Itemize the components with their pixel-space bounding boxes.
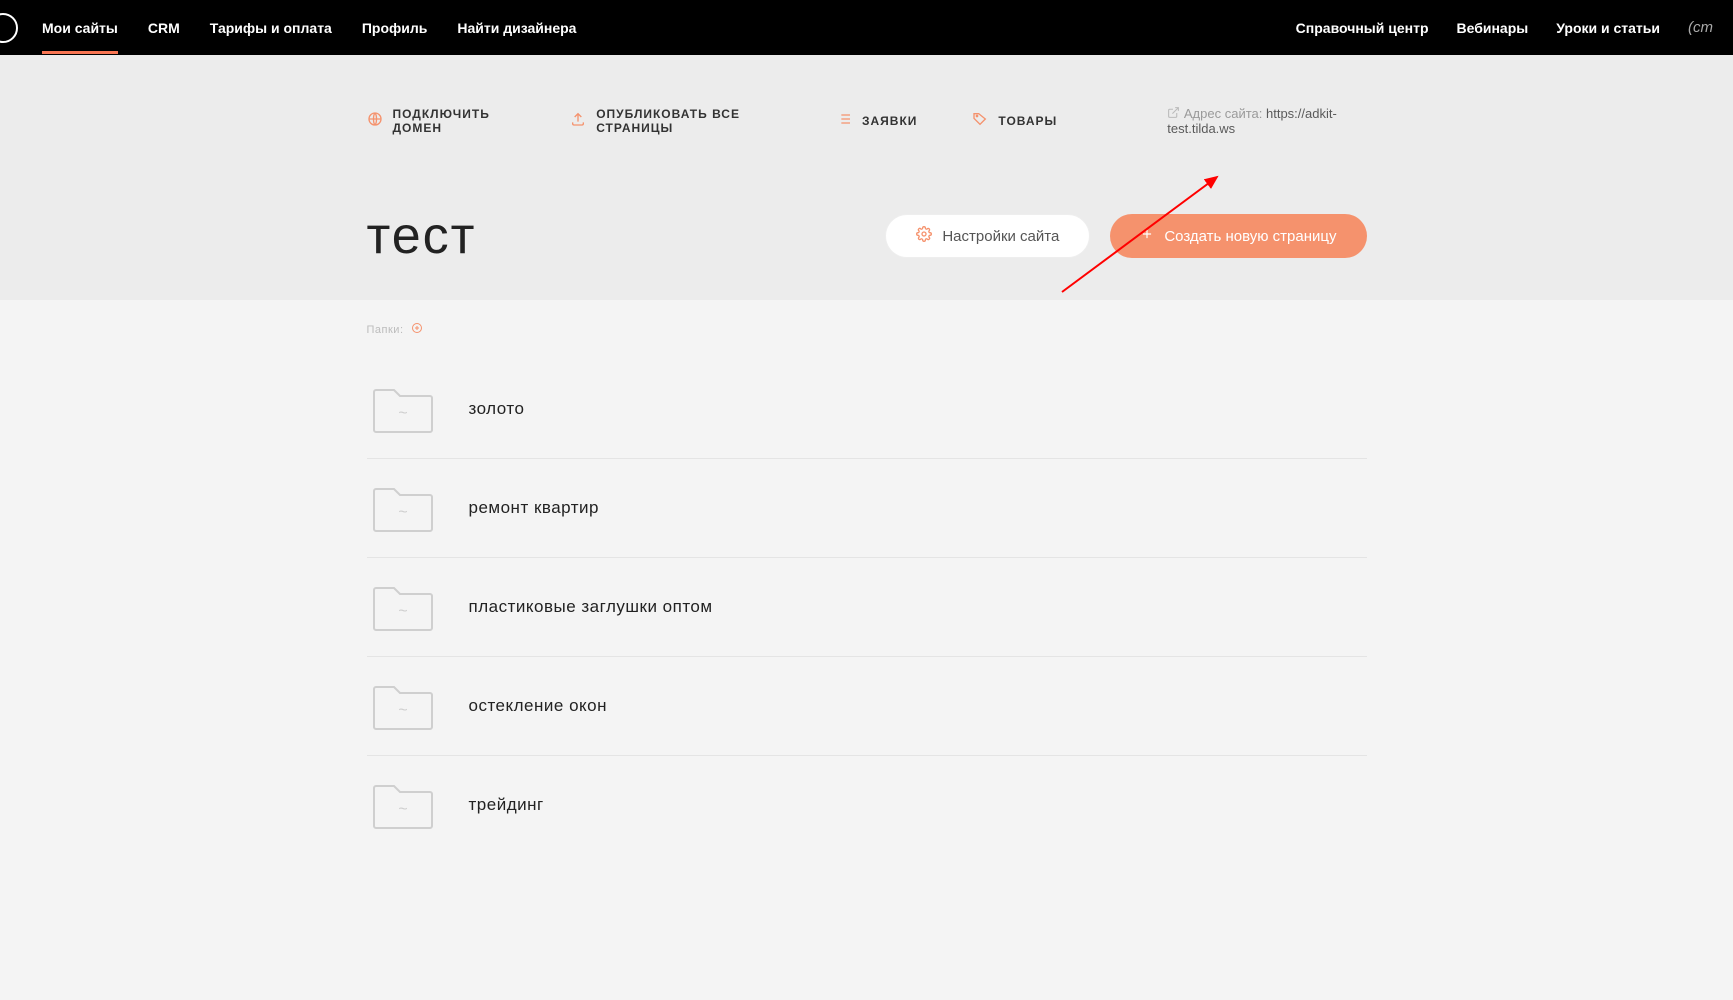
- external-link-icon: [1167, 106, 1184, 121]
- folder-name: трейдинг: [469, 795, 544, 815]
- nav-webinars[interactable]: Вебинары: [1457, 20, 1529, 36]
- title-row: тест Настройки сайта Создать новую: [367, 206, 1367, 266]
- tool-publish-all[interactable]: ОПУБЛИКОВАТЬ ВСЕ СТРАНИЦЫ: [570, 107, 781, 135]
- folder-row[interactable]: ~ ремонт квартир: [367, 458, 1367, 557]
- tool-requests[interactable]: ЗАЯВКИ: [836, 111, 917, 130]
- folder-icon: ~: [372, 582, 434, 632]
- folder-icon: ~: [372, 384, 434, 434]
- globe-icon: [367, 111, 383, 130]
- nav-find-designer[interactable]: Найти дизайнера: [457, 2, 576, 54]
- main-panel: Папки: ~ золото: [0, 300, 1733, 1000]
- svg-text:~: ~: [398, 801, 407, 818]
- top-nav-bar: Мои сайты CRM Тарифы и оплата Профиль На…: [0, 0, 1733, 55]
- svg-text:~: ~: [398, 702, 407, 719]
- folder-row[interactable]: ~ золото: [367, 359, 1367, 458]
- folder-row[interactable]: ~ остекление окон: [367, 656, 1367, 755]
- button-label: Настройки сайта: [942, 228, 1059, 245]
- page-title: тест: [367, 206, 477, 266]
- upload-icon: [570, 111, 586, 130]
- nav-tariffs[interactable]: Тарифы и оплата: [210, 2, 332, 54]
- tool-label: ОПУБЛИКОВАТЬ ВСЕ СТРАНИЦЫ: [596, 107, 781, 135]
- button-label: Создать новую страницу: [1164, 228, 1336, 245]
- nav-profile[interactable]: Профиль: [362, 2, 428, 54]
- folder-icon: ~: [372, 483, 434, 533]
- folders-heading-text: Папки:: [367, 324, 404, 336]
- folder-icon: ~: [372, 681, 434, 731]
- tool-label: ПОДКЛЮЧИТЬ ДОМЕН: [393, 107, 516, 135]
- nav-left-group: Мои сайты CRM Тарифы и оплата Профиль На…: [42, 2, 576, 54]
- site-address[interactable]: Адрес сайта: https://adkit-test.tilda.ws: [1167, 105, 1366, 136]
- hero-toolbar: ПОДКЛЮЧИТЬ ДОМЕН ОПУБЛИКОВАТЬ ВСЕ СТРАНИ…: [367, 105, 1367, 136]
- site-address-label: Адрес сайта:: [1184, 106, 1262, 121]
- nav-crm[interactable]: CRM: [148, 2, 180, 54]
- folder-name: остекление окон: [469, 696, 608, 716]
- folder-icon: ~: [372, 780, 434, 830]
- svg-text:~: ~: [398, 405, 407, 422]
- tool-connect-domain[interactable]: ПОДКЛЮЧИТЬ ДОМЕН: [367, 107, 516, 135]
- folder-list: ~ золото ~ ремонт квартир: [367, 359, 1367, 854]
- tool-label: ЗАЯВКИ: [862, 114, 917, 128]
- nav-my-sites[interactable]: Мои сайты: [42, 2, 118, 54]
- nav-help-center[interactable]: Справочный центр: [1296, 20, 1429, 36]
- nav-right-group: Справочный центр Вебинары Уроки и статьи…: [1296, 19, 1733, 36]
- hero-panel: ПОДКЛЮЧИТЬ ДОМЕН ОПУБЛИКОВАТЬ ВСЕ СТРАНИ…: [0, 55, 1733, 300]
- plus-icon: [1140, 227, 1154, 245]
- create-page-button[interactable]: Создать новую страницу: [1110, 214, 1366, 258]
- tool-products[interactable]: ТОВАРЫ: [972, 111, 1057, 130]
- tag-icon: [972, 111, 988, 130]
- folder-name: ремонт квартир: [469, 498, 600, 518]
- logo-icon[interactable]: [0, 13, 18, 43]
- nav-articles[interactable]: Уроки и статьи: [1556, 20, 1660, 36]
- tool-label: ТОВАРЫ: [998, 114, 1057, 128]
- folders-heading: Папки:: [367, 322, 1367, 337]
- svg-text:~: ~: [398, 504, 407, 521]
- gear-icon: [916, 226, 932, 246]
- svg-text:~: ~: [398, 603, 407, 620]
- list-icon: [836, 111, 852, 130]
- folder-row[interactable]: ~ трейдинг: [367, 755, 1367, 854]
- add-folder-icon[interactable]: [411, 322, 423, 337]
- folder-row[interactable]: ~ пластиковые заглушки оптом: [367, 557, 1367, 656]
- nav-cmd-fragment: (cm: [1688, 19, 1713, 36]
- folder-name: пластиковые заглушки оптом: [469, 597, 713, 617]
- folder-name: золото: [469, 399, 525, 419]
- site-settings-button[interactable]: Настройки сайта: [885, 214, 1090, 258]
